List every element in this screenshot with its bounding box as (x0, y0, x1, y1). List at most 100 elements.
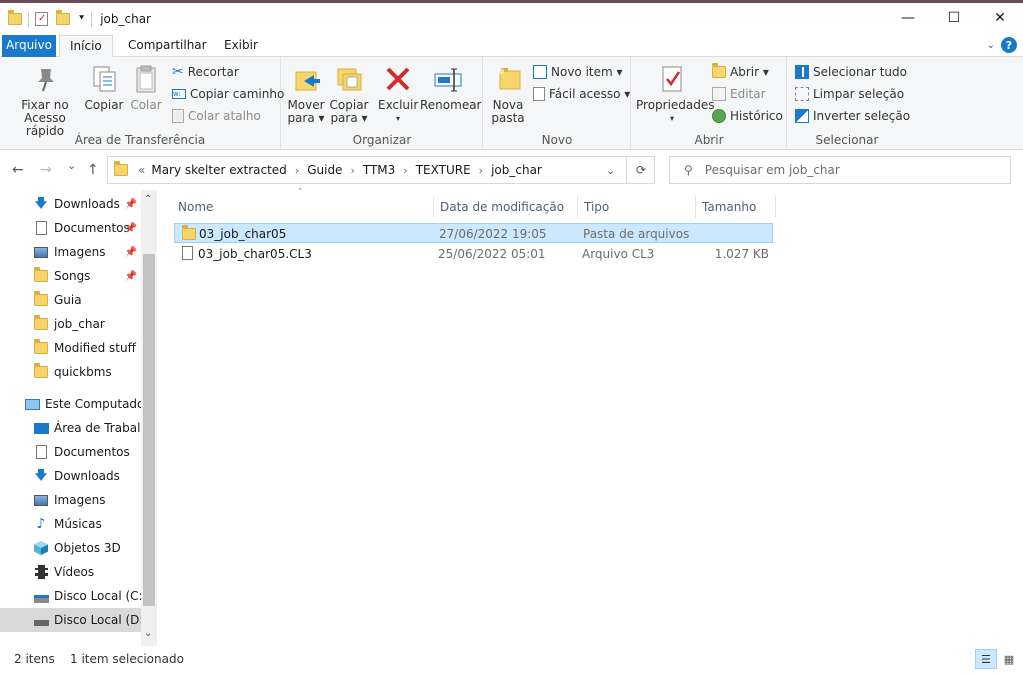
nav-item-quickbms[interactable]: quickbms (0, 360, 141, 384)
column-type[interactable]: Tipo (578, 196, 696, 218)
scroll-thumb[interactable] (143, 254, 155, 606)
details-view-icon[interactable]: ☰ (975, 649, 997, 669)
scroll-up-icon[interactable]: ⌃ (144, 194, 152, 205)
nav-item-downloads[interactable]: 🡇 Downloads (0, 464, 141, 488)
nav-item-guia[interactable]: Guia (0, 288, 141, 312)
paste-shortcut-button[interactable]: Colar atalho (172, 107, 261, 125)
history-button[interactable]: Histórico (712, 107, 783, 125)
tab-share[interactable]: Compartilhar (118, 35, 217, 57)
copy-button[interactable]: Copiar (84, 63, 124, 112)
folder-icon (8, 10, 22, 25)
pin-quick-access-button[interactable]: Fixar no Acesso rápido (6, 63, 84, 138)
tab-view[interactable]: Exibir (214, 35, 268, 57)
nav-item-documents[interactable]: Documentos (0, 440, 141, 464)
nav-item-job-char[interactable]: job_char (0, 312, 141, 336)
copy-to-button[interactable]: Copiar para ▾ (328, 63, 370, 125)
table-row[interactable]: 03_job_char05.CL3 25/06/2022 05:01 Arqui… (174, 244, 773, 264)
crumb-guide[interactable]: Guide (307, 163, 342, 177)
customize-toolbar-icon[interactable]: ⯆ (78, 14, 85, 24)
copy-path-button[interactable]: w: Copiar caminho (172, 85, 284, 103)
nav-scrollbar[interactable]: ⌃ ⌄ (141, 190, 157, 646)
search-input[interactable]: ⚲ Pesquisar em job_char (669, 156, 1011, 184)
overflow-crumbs[interactable]: « (138, 163, 145, 177)
tab-file[interactable]: Arquivo (2, 35, 56, 57)
copy-icon (88, 63, 120, 95)
address-bar[interactable]: « Mary skelter extracted › Guide › TTM3 › T… (107, 156, 655, 184)
crumb-texture[interactable]: TEXTURE (416, 163, 471, 177)
forward-button[interactable]: → (40, 162, 52, 178)
expand-ribbon-icon[interactable]: ⌄ (987, 40, 995, 51)
nav-item-disk-d[interactable]: Disco Local (D:) (0, 608, 141, 632)
nav-item-3d-objects[interactable]: Objetos 3D (0, 536, 141, 560)
scroll-down-icon[interactable]: ⌄ (144, 628, 152, 639)
cut-button[interactable]: ✂ Recortar (172, 63, 239, 81)
large-icons-view-icon[interactable]: ▦ (999, 649, 1019, 669)
nav-item-this-pc[interactable]: Este Computador (0, 392, 141, 416)
download-arrow-icon: 🡇 (34, 195, 48, 210)
maximize-button[interactable]: ☐ (931, 3, 977, 33)
nav-item-music[interactable]: ♪ Músicas (0, 512, 141, 536)
recent-locations-button[interactable]: ⌄ (67, 159, 76, 172)
file-type: Arquivo CL3 (582, 247, 655, 261)
table-row[interactable]: 03_job_char05 27/06/2022 19:05 Pasta de … (174, 223, 773, 243)
nav-item-disk-c[interactable]: Disco Local (C:) (0, 584, 141, 608)
nav-item-documentos-quick[interactable]: Documentos 📌 (0, 216, 141, 240)
file-size: 1.027 KB (714, 247, 769, 261)
rename-button[interactable]: Renomear (420, 63, 482, 112)
crumb-job-char[interactable]: job_char (491, 163, 542, 177)
invert-selection-button[interactable]: Inverter seleção (795, 107, 910, 125)
minimize-button[interactable]: — (885, 3, 931, 33)
tab-home[interactable]: Início (59, 35, 113, 57)
easy-access-button[interactable]: Fácil acesso ▾ (533, 85, 630, 103)
file-list: ˄ Nome Data de modificação Tipo Tamanho … (158, 188, 1023, 646)
select-all-button[interactable]: Selecionar tudo (795, 63, 907, 81)
new-group-label: Novo (541, 133, 573, 147)
column-name[interactable]: Nome (172, 196, 434, 218)
open-group: Propriedades ▾ Abrir ▾ Editar Histórico … (632, 57, 787, 150)
history-icon (712, 109, 726, 123)
pictures-icon (33, 492, 49, 508)
edit-button[interactable]: Editar (712, 85, 766, 103)
close-button[interactable]: ✕ (977, 3, 1023, 33)
properties-button[interactable]: Propriedades ▾ (636, 63, 715, 125)
delete-button[interactable]: Excluir ▾ (378, 63, 418, 125)
paste-button[interactable]: Colar (126, 63, 166, 112)
nav-item-songs[interactable]: Songs 📌 (0, 264, 141, 288)
nav-item-imagens-quick[interactable]: Imagens 📌 (0, 240, 141, 264)
nav-item-modified-stuff[interactable]: Modified stuff (0, 336, 141, 360)
nav-item-downloads-quick[interactable]: 🡇 Downloads 📌 (0, 192, 141, 216)
folder-icon (33, 363, 49, 380)
move-to-button[interactable]: Mover para ▾ (286, 63, 326, 125)
column-date[interactable]: Data de modificação (434, 196, 578, 218)
nav-item-desktop[interactable]: Área de Trabalho (0, 416, 141, 440)
paste-shortcut-icon (172, 109, 184, 123)
help-icon[interactable]: ? (1001, 37, 1017, 53)
item-count: 2 itens (14, 652, 55, 666)
search-placeholder: Pesquisar em job_char (704, 163, 840, 177)
file-date: 25/06/2022 05:01 (438, 247, 546, 261)
refresh-icon: ⟳ (635, 163, 647, 177)
desktop-icon (33, 420, 49, 436)
windows-drive-icon (33, 588, 49, 604)
select-none-button[interactable]: Limpar seleção (795, 85, 904, 103)
up-button[interactable]: ↑ (87, 162, 99, 178)
new-item-button[interactable]: Novo item ▾ (533, 63, 623, 81)
crumb-mary-skelter[interactable]: Mary skelter extracted (151, 163, 286, 177)
file-type: Pasta de arquivos (583, 227, 690, 241)
nav-item-videos[interactable]: Vídeos (0, 560, 141, 584)
new-folder-icon[interactable] (56, 10, 70, 25)
scissors-icon: ✂ (172, 64, 184, 80)
folder-icon (33, 315, 49, 332)
refresh-button[interactable]: ⟳ (626, 156, 655, 184)
open-group-label: Abrir (694, 133, 724, 147)
new-folder-button[interactable]: Nova pasta (488, 63, 528, 125)
crumb-ttm3[interactable]: TTM3 (363, 163, 395, 177)
address-dropdown-icon[interactable]: ⌄ (606, 164, 615, 177)
column-size[interactable]: Tamanho (696, 196, 776, 218)
folder-icon (114, 161, 128, 176)
organize-group-label: Organizar (352, 133, 412, 147)
open-button[interactable]: Abrir ▾ (712, 63, 769, 81)
back-button[interactable]: ← (12, 162, 24, 178)
properties-icon[interactable]: ✓ (35, 12, 48, 26)
nav-item-pictures[interactable]: Imagens (0, 488, 141, 512)
